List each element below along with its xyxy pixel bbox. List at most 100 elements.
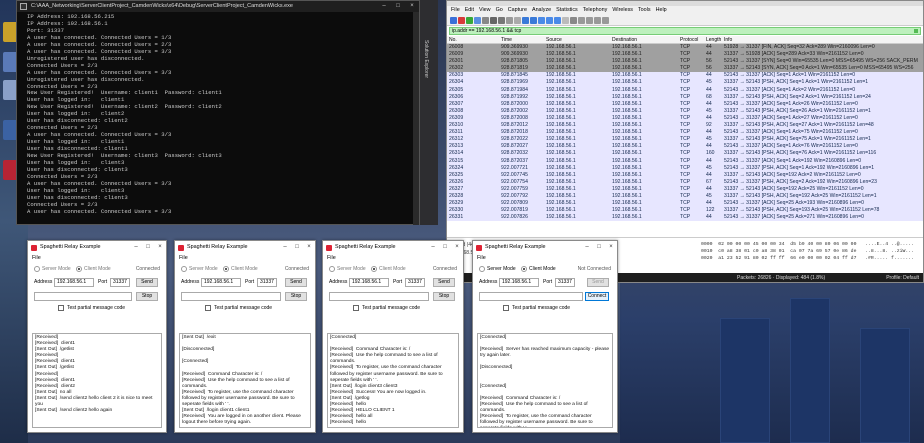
send-button[interactable]: Send (433, 278, 455, 287)
minimize-icon[interactable]: – (427, 241, 439, 254)
port-input[interactable]: 31337 (555, 278, 575, 287)
minimize-icon[interactable]: – (581, 241, 593, 254)
profile-label[interactable]: Profile: Default (886, 273, 919, 282)
packet-row[interactable]: 26008 909.369930 192.168.56.1 192.168.56.1 T… (447, 44, 923, 52)
relay-titlebar[interactable]: Spaghetti Relay Example – □ × (473, 241, 617, 254)
console-scrollbar[interactable] (413, 12, 419, 225)
find-icon[interactable] (514, 17, 521, 24)
packet-row[interactable]: 26326 922.007754 192.168.56.1 192.168.56.1 T… (447, 178, 923, 186)
close-icon[interactable]: × (405, 1, 419, 12)
column-header-source[interactable]: Source (544, 36, 610, 43)
address-input[interactable]: 192.168.56.1 (499, 278, 539, 287)
maximize-icon[interactable]: □ (142, 241, 154, 254)
relay-titlebar[interactable]: Spaghetti Relay Example – □ × (28, 241, 166, 254)
packet-row[interactable]: 26329 922.007809 192.168.56.1 192.168.56.1 T… (447, 200, 923, 208)
address-input[interactable]: 192.168.56.1 (349, 278, 389, 287)
go-back-icon[interactable] (522, 17, 529, 24)
menu-item-tools[interactable]: Tools (638, 6, 651, 15)
packet-row[interactable]: 26303 928.871845 192.168.56.1 192.168.56.1 T… (447, 72, 923, 80)
address-input[interactable]: 192.168.56.1 (54, 278, 94, 287)
packet-row[interactable]: 26310 928.872012 192.168.56.1 192.168.56.1 T… (447, 122, 923, 130)
menu-item-view[interactable]: View (479, 6, 491, 15)
packet-row[interactable]: 26328 922.007792 192.168.56.1 192.168.56.1 T… (447, 192, 923, 201)
partial-message-checkbox[interactable] (205, 305, 211, 311)
close-file-icon[interactable] (498, 17, 505, 24)
maximize-icon[interactable]: □ (439, 241, 451, 254)
menu-item-capture[interactable]: Capture (508, 6, 527, 15)
menu-item-help[interactable]: Help (656, 6, 667, 15)
minimize-icon[interactable]: – (279, 241, 291, 254)
column-header-length[interactable]: Length (704, 36, 722, 43)
menu-item-statistics[interactable]: Statistics (556, 6, 578, 15)
console-titlebar[interactable]: C:\AAA_Networking\ServerClientProject_Ca… (17, 1, 419, 12)
message-input[interactable] (181, 292, 281, 301)
column-header-destination[interactable]: Destination (610, 36, 678, 43)
port-input[interactable]: 31337 (405, 278, 425, 287)
file-menu[interactable]: File (175, 254, 315, 263)
send-button[interactable]: Send (285, 278, 307, 287)
colorize-icon[interactable] (570, 17, 577, 24)
server-mode-radio[interactable] (479, 266, 485, 272)
menu-item-analyze[interactable]: Analyze (532, 6, 551, 15)
partial-message-checkbox[interactable] (503, 305, 509, 311)
first-packet-icon[interactable] (546, 17, 553, 24)
packet-row[interactable]: 26302 928.871819 192.168.56.1 192.168.56.1 T… (447, 65, 923, 73)
column-header-protocol[interactable]: Protocol (678, 36, 704, 43)
port-input[interactable]: 31337 (110, 278, 130, 287)
address-input[interactable]: 192.168.56.1 (201, 278, 241, 287)
menu-item-edit[interactable]: Edit (465, 6, 474, 15)
relay-titlebar[interactable]: Spaghetti Relay Example – □ × (175, 241, 315, 254)
packet-row[interactable]: 26324 922.007721 192.168.56.1 192.168.56.1 T… (447, 164, 923, 172)
close-icon[interactable]: × (605, 241, 617, 254)
close-icon[interactable]: × (303, 241, 315, 254)
zoom-out-icon[interactable] (586, 17, 593, 24)
packet-row[interactable]: 26313 928.872027 192.168.56.1 192.168.56.1 T… (447, 143, 923, 151)
packet-row[interactable]: 26305 928.871984 192.168.56.1 192.168.56.1 T… (447, 86, 923, 94)
packet-row[interactable]: 26304 928.871969 192.168.56.1 192.168.56.1 T… (447, 79, 923, 87)
go-forward-icon[interactable] (530, 17, 537, 24)
packet-row[interactable]: 26315 928.872037 192.168.56.1 192.168.56.1 T… (447, 157, 923, 165)
message-log[interactable]: [Received] [Received] client1 [Sent Out] /… (32, 333, 162, 428)
client-mode-radio[interactable] (521, 266, 527, 272)
autoscroll-icon[interactable] (562, 17, 569, 24)
apply-filter-icon[interactable] (914, 29, 918, 33)
go-to-packet-icon[interactable] (538, 17, 545, 24)
packet-row[interactable]: 26308 928.872002 192.168.56.1 192.168.56.1 T… (447, 107, 923, 115)
start-capture-icon[interactable] (450, 17, 457, 24)
stop-capture-icon[interactable] (458, 17, 465, 24)
menu-item-file[interactable]: File (451, 6, 460, 15)
menu-item-telephony[interactable]: Telephony (583, 6, 608, 15)
stop-button[interactable]: Stop (136, 292, 158, 301)
display-filter-input[interactable]: ip.addr == 192.168.56.1 && tcp (449, 27, 921, 35)
packet-row[interactable]: 26325 922.007745 192.168.56.1 192.168.56.1 T… (447, 171, 923, 179)
partial-message-checkbox[interactable] (353, 305, 359, 311)
menu-item-go[interactable]: Go (496, 6, 503, 15)
packet-row[interactable]: 26311 928.872018 192.168.56.1 192.168.56.1 T… (447, 129, 923, 137)
port-input[interactable]: 31337 (257, 278, 277, 287)
file-menu[interactable]: File (473, 254, 617, 263)
file-menu[interactable]: File (323, 254, 463, 263)
message-log[interactable]: [Connected] [Received] Server has reache… (477, 333, 613, 428)
packet-row[interactable]: 26309 928.872008 192.168.56.1 192.168.56.1 T… (447, 114, 923, 123)
maximize-icon[interactable]: □ (593, 241, 605, 254)
column-header-time[interactable]: Time (499, 36, 544, 43)
packet-row[interactable]: 26327 922.007759 192.168.56.1 192.168.56.1 T… (447, 185, 923, 193)
message-log[interactable]: [Sent Out] /exit [Disconnected] [Connect… (179, 333, 311, 428)
message-input[interactable] (34, 292, 132, 301)
packet-row[interactable]: 26330 922.007819 192.168.56.1 192.168.56.1 T… (447, 207, 923, 215)
restart-capture-icon[interactable] (466, 17, 473, 24)
open-file-icon[interactable] (482, 17, 489, 24)
stop-button[interactable]: Stop (433, 292, 455, 301)
column-header-info[interactable]: Info (722, 36, 923, 43)
packet-row[interactable]: 26307 928.872000 192.168.56.1 192.168.56.1 T… (447, 100, 923, 108)
message-input[interactable] (479, 292, 583, 301)
relay-titlebar[interactable]: Spaghetti Relay Example – □ × (323, 241, 463, 254)
stop-button[interactable]: Stop (285, 292, 307, 301)
connect-button[interactable]: Connect (585, 292, 609, 301)
packet-row[interactable]: 26306 928.871992 192.168.56.1 192.168.56.1 T… (447, 93, 923, 101)
file-menu[interactable]: File (28, 254, 166, 263)
options-icon[interactable] (474, 17, 481, 24)
message-input[interactable] (329, 292, 429, 301)
resize-columns-icon[interactable] (602, 17, 609, 24)
menu-item-wireless[interactable]: Wireless (612, 6, 633, 15)
